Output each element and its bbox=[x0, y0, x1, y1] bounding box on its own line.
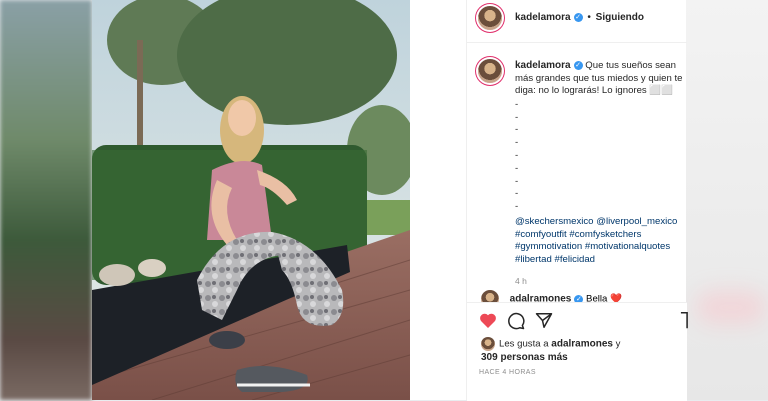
hashtag-link[interactable]: #libertad bbox=[515, 254, 552, 265]
blurred-background-left bbox=[0, 0, 92, 400]
caption-avatar[interactable] bbox=[478, 59, 502, 83]
caption-dash: - bbox=[515, 201, 519, 213]
hashtag-link[interactable]: #comfysketchers bbox=[569, 229, 641, 240]
mention-link[interactable]: @liverpool_mexico bbox=[596, 216, 677, 227]
post-actions: Les gusta a adalramones y 309 personas m… bbox=[467, 302, 689, 401]
posted-ago[interactable]: HACE 4 HORAS bbox=[479, 369, 536, 376]
hashtag-link[interactable]: #comfyoutfit bbox=[515, 229, 567, 240]
post-photo bbox=[92, 0, 410, 400]
caption-timestamp[interactable]: 4 h bbox=[515, 275, 685, 288]
caption-dash: - bbox=[515, 124, 519, 136]
caption-dash: - bbox=[515, 137, 519, 149]
liker-username[interactable]: adalramones bbox=[551, 339, 613, 350]
liker-avatar[interactable] bbox=[481, 337, 495, 351]
hashtag-link[interactable]: #motivationalquotes bbox=[585, 241, 670, 252]
heart-icon[interactable] bbox=[479, 312, 497, 329]
caption-dash: - bbox=[515, 175, 519, 187]
mention-link[interactable]: @skechersmexico bbox=[515, 216, 594, 227]
likes-others-link[interactable]: 309 personas más bbox=[481, 352, 568, 363]
likes-conjunction: y bbox=[615, 338, 621, 350]
likes-prefix: Les gusta a bbox=[499, 338, 549, 350]
likes-summary: Les gusta a adalramones y 309 personas m… bbox=[481, 337, 620, 364]
caption-username[interactable]: kadelamora bbox=[515, 60, 571, 71]
author-username[interactable]: kadelamora bbox=[515, 12, 571, 23]
post-caption: kadelamora ✓ Que tus sueños sean más gran… bbox=[515, 60, 685, 288]
blurred-background-right bbox=[686, 0, 768, 400]
comment-icon[interactable] bbox=[507, 312, 525, 330]
hashtag-link[interactable]: #gymmotivation bbox=[515, 241, 582, 252]
caption-dash: - bbox=[515, 162, 519, 174]
header-separator: • bbox=[587, 12, 591, 23]
caption-dash: - bbox=[515, 188, 519, 200]
caption-dash: - bbox=[515, 111, 519, 123]
bookmark-icon[interactable] bbox=[679, 312, 689, 329]
follow-status-button[interactable]: Siguiendo bbox=[596, 12, 644, 23]
post-side-panel: kadelamora ✓ • Siguiendo kadelamora ✓ Que … bbox=[466, 0, 689, 401]
author-avatar[interactable] bbox=[478, 6, 502, 30]
verified-icon: ✓ bbox=[573, 12, 583, 22]
verified-icon: ✓ bbox=[573, 60, 583, 70]
post-photo-illustration bbox=[92, 0, 410, 400]
hashtag-link[interactable]: #felicidad bbox=[554, 254, 595, 265]
caption-dash: - bbox=[515, 98, 519, 110]
lightbox-gap bbox=[410, 0, 466, 400]
send-icon[interactable] bbox=[535, 312, 553, 329]
caption-dash: - bbox=[515, 149, 519, 161]
post-header: kadelamora ✓ • Siguiendo bbox=[467, 0, 687, 43]
